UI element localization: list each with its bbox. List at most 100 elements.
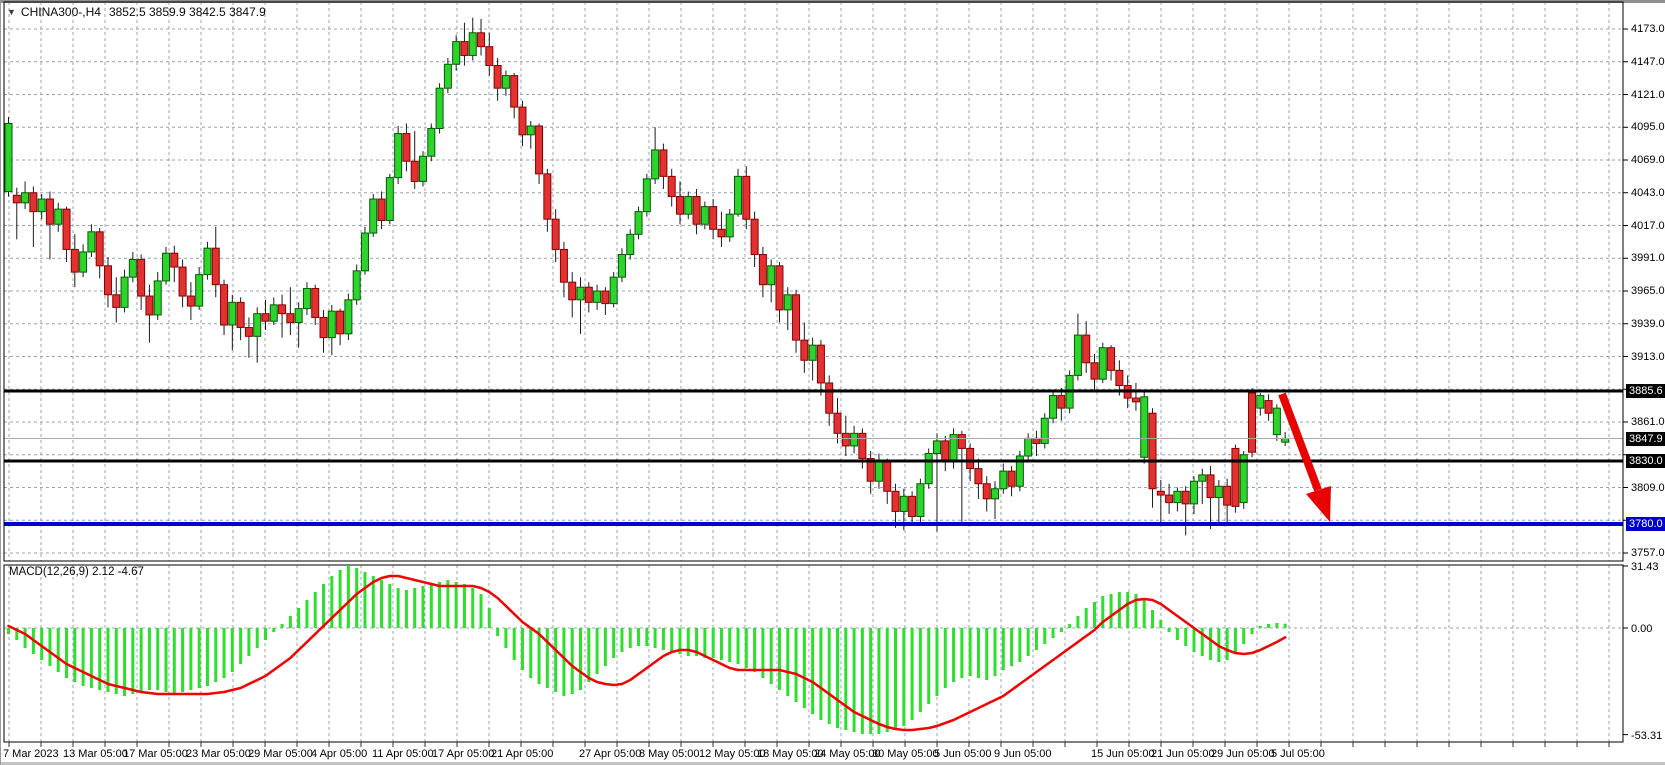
bear-candle [982,483,991,500]
bull-candle [468,32,477,56]
bull-candle [435,87,444,130]
bull-candle [162,252,171,282]
bear-candle [220,284,229,326]
price-axis[interactable]: 4173.0 4147.0 4121.0 4095.0 4069.0 4043.0 4017… [1623,0,1665,742]
bull-candle [932,440,941,454]
time-axis-label: 27 Apr 05:00 [579,748,642,760]
bull-candle [120,276,129,308]
bear-candle [377,198,386,221]
bear-candle [12,194,21,204]
bear-candle [45,198,54,225]
bear-candle [1107,347,1116,371]
bear-candle [286,313,295,323]
bear-candle [62,208,71,250]
bull-candle [501,75,510,89]
macd-indicator-label: MACD(12,26,9) 2.12 -4.67 [9,566,144,578]
bull-candle [54,208,63,225]
bear-candle [816,344,825,384]
bull-candle [991,488,1000,500]
symbol-dropdown-icon[interactable]: ▼ [7,7,16,17]
time-axis-label: 8 May 05:00 [639,748,700,760]
time-axis[interactable]: 7 Mar 2023 13 Mar 05:00 17 Mar 05:00 23 Mar… [1,742,1665,762]
bull-candle [394,133,403,179]
time-axis-label: 21 Apr 05:00 [491,748,554,760]
bear-candle [1115,369,1124,386]
bear-candle [186,295,195,307]
bull-candle [302,287,311,310]
bear-candle [261,313,270,322]
bear-candle [477,32,486,48]
bull-candle [576,286,585,301]
bear-candle [667,175,676,198]
bull-candle [153,280,162,316]
price-axis-label: 4069.0 [1631,154,1665,166]
bull-candle [443,63,452,89]
bear-candle [841,432,850,447]
time-axis-label: 7 Mar 2023 [3,748,59,760]
bear-candle [485,46,494,67]
price-line-label: 3780.0 [1626,517,1665,532]
bear-candle [559,248,568,283]
bull-candle [1098,347,1107,380]
bear-candle [137,259,146,297]
bull-candle [617,253,626,278]
price-axis-label: 3991.0 [1631,252,1665,265]
bear-candle [518,106,527,136]
bear-candle [1165,494,1174,504]
bull-candle [128,259,137,278]
bear-candle [742,175,751,220]
current-price-label: 3847.9 [1626,431,1665,446]
bull-candle [999,470,1008,490]
bull-candle [593,290,602,303]
bear-candle [493,65,502,89]
bear-candle [1231,447,1240,507]
bear-candle [758,253,767,286]
bull-candle [1140,396,1149,458]
bull-candle [344,299,353,335]
bear-candle [460,41,469,56]
bear-candle [178,266,187,297]
bear-candle [568,281,577,301]
bull-candle [352,270,361,301]
price-line-label: 3885.6 [1626,384,1665,398]
time-axis-label: 24 May 05:00 [814,748,881,760]
bull-candle [385,177,394,221]
price-axis-label: 3861.0 [1631,416,1665,428]
bear-candle [1223,485,1232,506]
bull-candle [642,178,651,213]
bear-candle [717,228,726,238]
time-axis-label: 15 Jun 05:00 [1091,748,1155,760]
bull-candle [874,460,883,482]
bull-candle [4,122,13,192]
bull-candle [651,149,660,180]
chart-canvas[interactable] [1,0,1665,765]
price-axis-label: 3757.0 [1631,547,1665,559]
bear-candle [957,434,966,449]
time-axis-label: 4 Apr 05:00 [311,748,368,760]
time-axis-label: 5 Jun 05:00 [934,748,992,760]
bull-candle [1189,480,1198,505]
time-axis-label: 30 May 05:00 [872,748,939,760]
trend-arrow-head[interactable] [1306,486,1331,522]
bull-candle [1173,490,1182,504]
bear-candle [858,432,867,460]
bear-candle [543,173,552,220]
bull-candle [634,211,643,235]
bull-candle [1024,437,1033,457]
bull-candle [626,233,635,255]
bull-candle [808,344,817,361]
bear-candle [319,316,328,339]
bull-candle [87,231,96,253]
bear-candle [551,218,560,250]
time-axis-label: 21 Jun 05:00 [1151,748,1215,760]
time-axis-label: 9 Jun 05:00 [994,748,1052,760]
time-axis-label: 17 Mar 05:00 [123,748,188,760]
bear-candle [825,382,834,414]
price-axis-label: 3939.0 [1631,317,1665,330]
bear-candle [1156,490,1165,496]
bull-candle [1073,334,1082,376]
bull-candle [269,304,278,322]
bear-candle [1032,437,1041,444]
bear-candle [1131,397,1140,403]
chart-window: ▼ CHINA300-,H4 3852.5 3859.9 3842.5 3847.9… [0,0,1665,765]
